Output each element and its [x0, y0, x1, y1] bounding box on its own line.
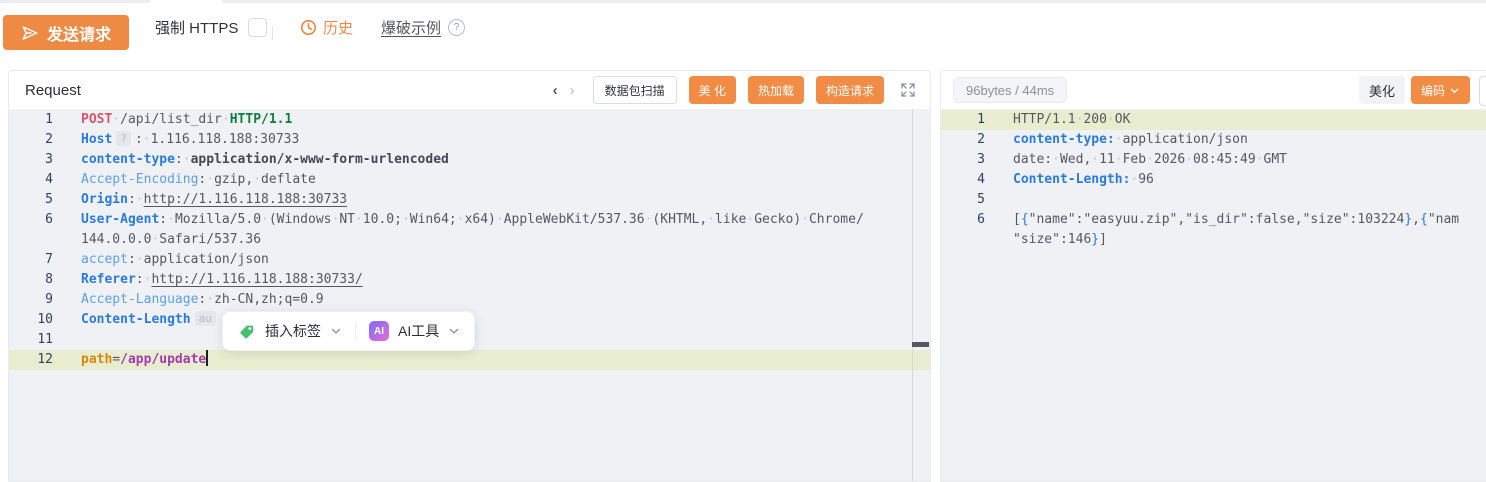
code-line[interactable]: 4Accept-Encoding:·gzip,·deflate [9, 170, 930, 190]
line-number: 1 [9, 110, 53, 130]
request-panel-header: Request ‹ › 数据包扫描 美 化 热加载 构造请求 [9, 71, 930, 110]
line-number: 9 [9, 290, 53, 310]
request-panel: Request ‹ › 数据包扫描 美 化 热加载 构造请求 1POST·/ap… [8, 70, 931, 482]
line-number: 5 [9, 190, 53, 210]
tab-strip [0, 0, 1486, 3]
code-line[interactable]: 7accept:·application/json [9, 250, 930, 270]
code-line[interactable]: 4Content-Length:·96 [941, 170, 1486, 190]
response-beautify-button[interactable]: 美化 [1359, 76, 1405, 104]
chevron-down-icon [1449, 85, 1460, 96]
insert-tag-button[interactable]: 插入标签 [265, 321, 321, 341]
line-number: 10 [9, 310, 53, 330]
line-number [941, 230, 985, 250]
line-number: 4 [941, 170, 985, 190]
force-https-checkbox[interactable] [248, 18, 267, 37]
code-line[interactable]: 5Origin:·http://1.116.118.188:30733 [9, 190, 930, 210]
code-line[interactable]: 1POST·/api/list_dir·HTTP/1.1 [9, 110, 930, 130]
request-editor[interactable]: 1POST·/api/list_dir·HTTP/1.12Host?:·1.11… [9, 109, 930, 481]
request-panel-title: Request [25, 82, 81, 99]
cursor-position-marker [912, 342, 929, 347]
beautify-button[interactable]: 美 化 [689, 76, 736, 104]
code-line[interactable]: 8Referer:·http://1.116.118.188:30733/ [9, 270, 930, 290]
encode-label: 编码 [1421, 82, 1445, 99]
response-editor[interactable]: 1HTTP/1.1·200·OK2content-type:·applicati… [941, 109, 1486, 481]
line-number: 3 [941, 150, 985, 170]
toolbar-divider [272, 26, 273, 40]
line-number: 5 [941, 190, 985, 210]
line-number: 8 [9, 270, 53, 290]
code-line[interactable]: 5 [941, 190, 1486, 210]
clock-icon [300, 19, 317, 36]
code-line[interactable]: 144.0.0.0·Safari/537.36 [9, 230, 930, 250]
code-line[interactable]: 6[{"name":"easyuu.zip","is_dir":false,"s… [941, 210, 1486, 230]
chevron-down-icon[interactable] [330, 325, 342, 337]
line-number: 1 [941, 110, 985, 130]
context-toolbar-divider [355, 323, 356, 339]
chevron-down-icon[interactable] [448, 325, 460, 337]
line-number: 2 [9, 130, 53, 150]
partial-button[interactable] [1479, 76, 1486, 106]
ai-tools-button[interactable]: AI工具 [398, 321, 439, 341]
code-line[interactable]: 2content-type:·application/json [941, 130, 1486, 150]
line-number: 3 [9, 150, 53, 170]
request-header-actions: ‹ › 数据包扫描 美 化 热加载 构造请求 [553, 76, 916, 104]
code-line[interactable]: 3content-type:·application/x-www-form-ur… [9, 150, 930, 170]
line-number [9, 230, 53, 250]
code-line[interactable]: "size":146}] [941, 230, 1486, 250]
history-button[interactable]: 历史 [300, 17, 353, 38]
blast-example-link[interactable]: 爆破示例 [381, 17, 441, 38]
code-line[interactable]: 12path=/app/update [9, 350, 930, 370]
line-number: 12 [9, 350, 53, 370]
line-number: 11 [9, 330, 53, 350]
fullscreen-icon[interactable] [900, 82, 916, 98]
code-line[interactable]: 3date:·Wed,·11·Feb·2026·08:45:49·GMT [941, 150, 1486, 170]
force-https-label: 强制 HTTPS [155, 17, 238, 38]
send-icon [21, 24, 39, 42]
construct-request-button[interactable]: 构造请求 [816, 76, 884, 104]
encode-dropdown-button[interactable]: 编码 [1411, 76, 1470, 104]
history-next-icon[interactable]: › [570, 82, 575, 99]
hot-reload-button[interactable]: 热加载 [748, 76, 804, 104]
blast-example-group: 爆破示例 ? [381, 17, 465, 38]
force-https-group: 强制 HTTPS [155, 17, 267, 38]
line-number: 6 [941, 210, 985, 230]
ai-icon: AI [369, 321, 389, 341]
active-tab-gap [150, 0, 222, 3]
code-line[interactable]: 2Host?:·1.116.118.188:30733 [9, 130, 930, 150]
help-icon[interactable]: ? [448, 19, 465, 36]
line-number: 4 [9, 170, 53, 190]
history-label: 历史 [323, 17, 353, 38]
code-line[interactable]: 1HTTP/1.1·200·OK [941, 110, 1486, 130]
response-panel-header: 96bytes / 44ms 美化 编码 [941, 71, 1486, 110]
line-number: 7 [9, 250, 53, 270]
text-cursor [206, 350, 208, 366]
send-request-label: 发送请求 [47, 21, 111, 45]
code-line[interactable]: 9Accept-Language:·zh-CN,zh;q=0.9 [9, 290, 930, 310]
line-number: 6 [9, 210, 53, 230]
send-request-button[interactable]: 发送请求 [3, 15, 129, 50]
history-prev-icon[interactable]: ‹ [553, 82, 558, 99]
response-stats-badge: 96bytes / 44ms [953, 77, 1067, 103]
packet-scan-button[interactable]: 数据包扫描 [593, 76, 677, 104]
tag-icon [237, 322, 256, 341]
response-panel: 96bytes / 44ms 美化 编码 1HTTP/1.1·200·OK2co… [940, 70, 1486, 482]
overview-ruler [912, 109, 913, 481]
line-number: 2 [941, 130, 985, 150]
context-toolbar: 插入标签 AI AI工具 [222, 311, 475, 351]
code-line[interactable]: 6User-Agent:·Mozilla/5.0·(Windows·NT·10.… [9, 210, 930, 230]
